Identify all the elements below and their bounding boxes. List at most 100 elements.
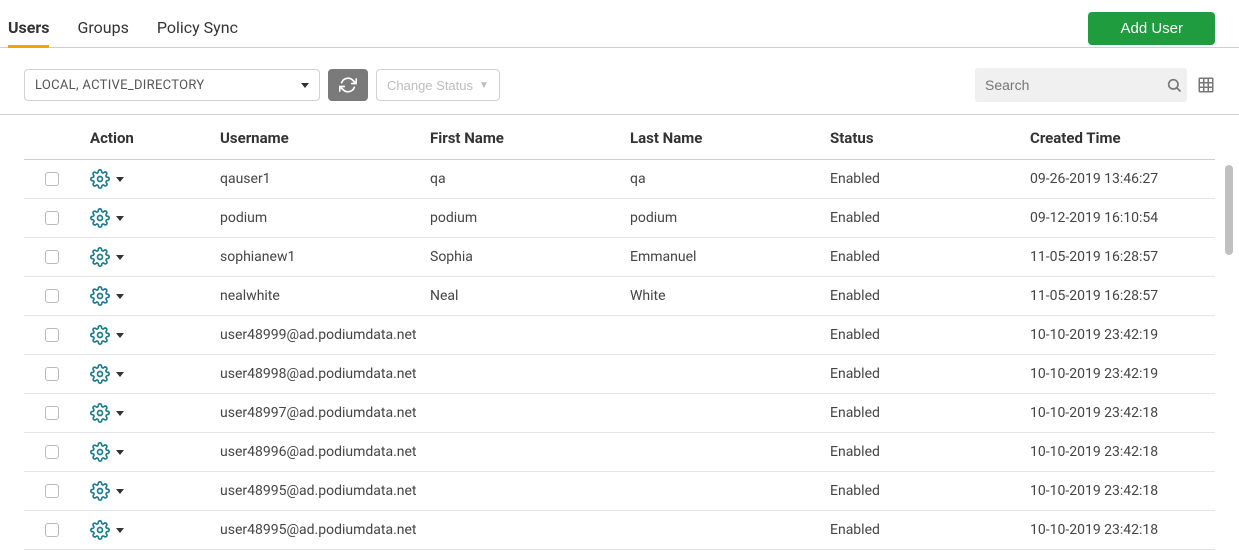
columns-button[interactable] — [1197, 76, 1215, 94]
row-action-menu[interactable] — [90, 286, 124, 306]
cell-status: Enabled — [830, 327, 1030, 343]
cell-username: user48995@ad.podiumdata.net — [220, 483, 430, 499]
caret-down-icon — [116, 294, 124, 299]
filter-value: LOCAL, ACTIVE_DIRECTORY — [35, 78, 204, 93]
cell-created-time: 09-26-2019 13:46:27 — [1030, 171, 1215, 187]
row-checkbox[interactable] — [45, 328, 59, 342]
change-status-label: Change Status — [387, 78, 473, 93]
gear-icon — [90, 442, 110, 462]
cell-username: user48996@ad.podiumdata.net — [220, 444, 430, 460]
search-input[interactable] — [985, 77, 1166, 93]
row-action-menu[interactable] — [90, 403, 124, 423]
row-checkbox[interactable] — [45, 250, 59, 264]
add-user-button[interactable]: Add User — [1088, 12, 1215, 45]
row-action-menu[interactable] — [90, 520, 124, 540]
cell-status: Enabled — [830, 171, 1030, 187]
row-checkbox[interactable] — [45, 523, 59, 537]
gear-icon — [90, 208, 110, 228]
header-created-time: Created Time — [1030, 129, 1215, 147]
cell-status: Enabled — [830, 366, 1030, 382]
gear-icon — [90, 169, 110, 189]
row-checkbox[interactable] — [45, 367, 59, 381]
cell-created-time: 10-10-2019 23:42:19 — [1030, 366, 1215, 382]
caret-down-icon — [116, 333, 124, 338]
gear-icon — [90, 481, 110, 501]
tab-groups[interactable]: Groups — [77, 10, 128, 47]
toolbar: LOCAL, ACTIVE_DIRECTORY Change Status ▼ — [0, 48, 1239, 115]
scrollbar[interactable] — [1225, 165, 1233, 255]
row-action-menu[interactable] — [90, 481, 124, 501]
table-row: user48998@ad.podiumdata.net Enabled10-10-… — [24, 355, 1215, 394]
cell-username: user48997@ad.podiumdata.net — [220, 405, 430, 421]
row-checkbox[interactable] — [45, 484, 59, 498]
cell-created-time: 09-12-2019 16:10:54 — [1030, 210, 1215, 226]
caret-down-icon — [116, 528, 124, 533]
cell-status: Enabled — [830, 210, 1030, 226]
gear-icon — [90, 364, 110, 384]
row-action-menu[interactable] — [90, 442, 124, 462]
cell-last-name: qa — [630, 171, 830, 187]
cell-last-name: podium — [630, 210, 830, 226]
cell-username: nealwhite — [220, 288, 430, 304]
cell-created-time: 10-10-2019 23:42:18 — [1030, 405, 1215, 421]
row-action-menu[interactable] — [90, 247, 124, 267]
table-row: qauser1qaqaEnabled09-26-2019 13:46:27 — [24, 160, 1215, 199]
gear-icon — [90, 403, 110, 423]
table-row: podiumpodiumpodiumEnabled09-12-2019 16:1… — [24, 199, 1215, 238]
caret-down-icon — [116, 489, 124, 494]
search-button[interactable] — [1166, 77, 1182, 93]
header-username: Username — [220, 129, 430, 147]
header-status: Status — [830, 129, 1030, 147]
caret-down-icon — [116, 177, 124, 182]
search-box — [975, 68, 1187, 102]
caret-down-icon — [116, 411, 124, 416]
row-action-menu[interactable] — [90, 364, 124, 384]
row-checkbox[interactable] — [45, 211, 59, 225]
header-action: Action — [80, 129, 220, 147]
cell-last-name: Emmanuel — [630, 249, 830, 265]
cell-created-time: 11-05-2019 16:28:57 — [1030, 249, 1215, 265]
cell-first-name: Neal — [430, 288, 630, 304]
table-row: user48995@ad.podiumdata.netEnabled10-10-… — [24, 511, 1215, 550]
users-table: Action Username First Name Last Name Sta… — [0, 115, 1239, 550]
cell-username: sophianew1 — [220, 249, 430, 265]
row-action-menu[interactable] — [90, 208, 124, 228]
row-checkbox[interactable] — [45, 406, 59, 420]
row-checkbox[interactable] — [45, 445, 59, 459]
change-status-button[interactable]: Change Status ▼ — [376, 69, 500, 101]
cell-created-time: 10-10-2019 23:42:19 — [1030, 327, 1215, 343]
table-row: user48997@ad.podiumdata.netEnabled10-10-… — [24, 394, 1215, 433]
toolbar-left: LOCAL, ACTIVE_DIRECTORY Change Status ▼ — [24, 69, 500, 101]
refresh-icon — [339, 76, 357, 94]
table-header: Action Username First Name Last Name Sta… — [24, 115, 1215, 160]
cell-status: Enabled — [830, 288, 1030, 304]
cell-username: user48998@ad.podiumdata.net — [220, 366, 430, 382]
table-row: user48996@ad.podiumdata.net Enabled10-10-… — [24, 433, 1215, 472]
tabs-list: Users Groups Policy Sync — [8, 10, 238, 47]
row-checkbox[interactable] — [45, 289, 59, 303]
header-first-name: First Name — [430, 129, 630, 147]
table-row: sophianew1SophiaEmmanuelEnabled11-05-201… — [24, 238, 1215, 277]
refresh-button[interactable] — [328, 69, 368, 101]
header-last-name: Last Name — [630, 129, 830, 147]
gear-icon — [90, 286, 110, 306]
row-action-menu[interactable] — [90, 169, 124, 189]
cell-created-time: 11-05-2019 16:28:57 — [1030, 288, 1215, 304]
cell-status: Enabled — [830, 483, 1030, 499]
cell-created-time: 10-10-2019 23:42:18 — [1030, 483, 1215, 499]
table-columns-icon — [1197, 76, 1215, 94]
caret-down-icon — [116, 216, 124, 221]
cell-created-time: 10-10-2019 23:42:18 — [1030, 444, 1215, 460]
cell-first-name: podium — [430, 210, 630, 226]
table-row: user48999@ad.podiumdata.net Enabled10-10-… — [24, 316, 1215, 355]
gear-icon — [90, 325, 110, 345]
row-action-menu[interactable] — [90, 325, 124, 345]
gear-icon — [90, 520, 110, 540]
source-filter-select[interactable]: LOCAL, ACTIVE_DIRECTORY — [24, 69, 320, 101]
cell-username: user48999@ad.podiumdata.net — [220, 327, 430, 343]
tab-policy-sync[interactable]: Policy Sync — [157, 10, 238, 47]
cell-status: Enabled — [830, 444, 1030, 460]
tab-users[interactable]: Users — [8, 10, 49, 47]
table-row: user48995@ad.podiumdata.net Enabled10-10-… — [24, 472, 1215, 511]
row-checkbox[interactable] — [45, 172, 59, 186]
